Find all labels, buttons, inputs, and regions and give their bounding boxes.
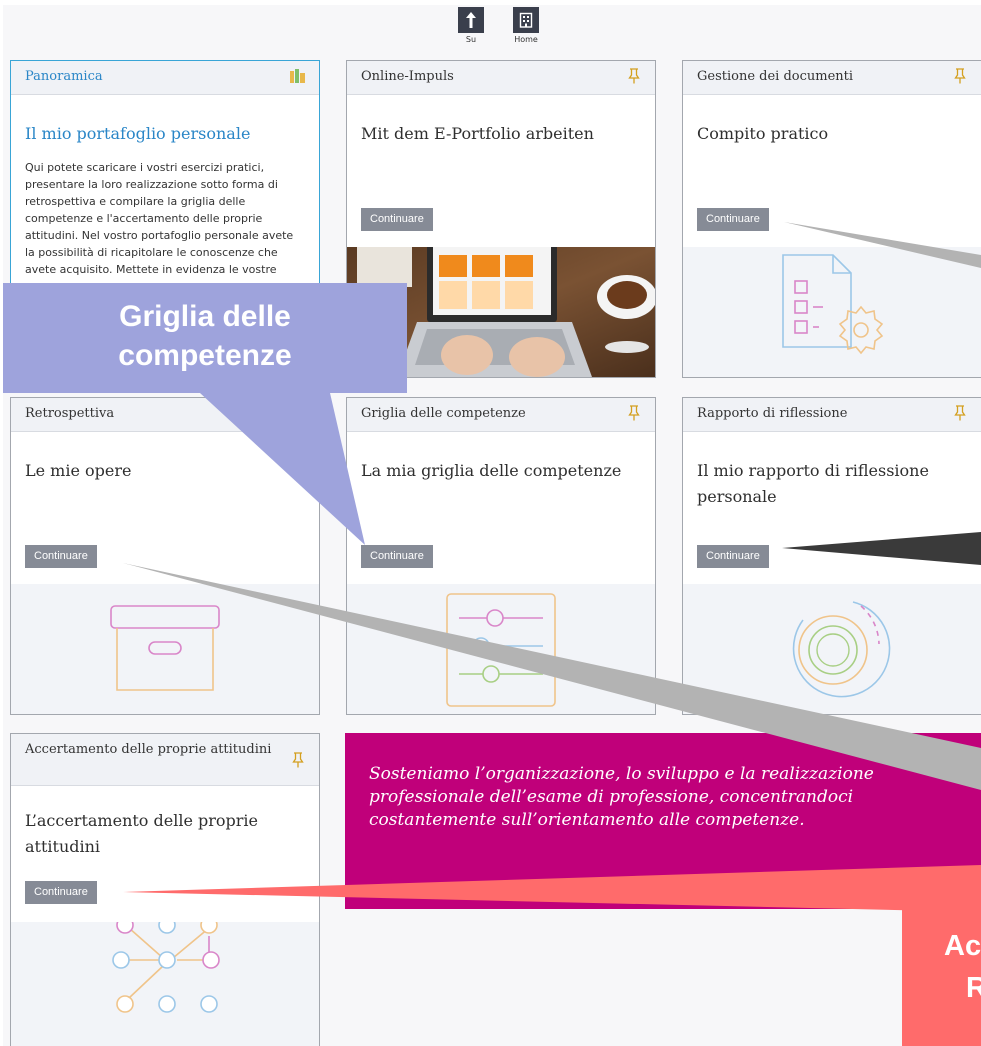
- pin-icon[interactable]: [627, 405, 641, 421]
- card-title: La mia griglia delle competenze: [361, 461, 622, 480]
- card-header: Rapporto di riflessione: [683, 398, 981, 432]
- document-gear-illustration: [683, 247, 981, 377]
- continue-button[interactable]: Continuare: [25, 545, 97, 568]
- continue-button[interactable]: Continuare: [361, 545, 433, 568]
- card-header: Panoramica: [11, 61, 319, 95]
- callout-red-label: Ac R: [944, 925, 981, 1009]
- card-retrospettiva[interactable]: Retrospettiva Le mie opere Continuare: [10, 397, 320, 715]
- card-title: Le mie opere: [25, 461, 132, 480]
- continue-button[interactable]: Continuare: [697, 208, 769, 231]
- quote-text: Sosteniamo l’organizzazione, lo sviluppo…: [369, 764, 874, 830]
- home-button[interactable]: Home: [509, 7, 543, 44]
- pin-icon[interactable]: [627, 68, 641, 84]
- card-category: Accertamento delle proprie attitudini: [25, 742, 272, 757]
- arrow-up-icon: [458, 7, 484, 33]
- card-accertamento-attitudini[interactable]: Accertamento delle proprie attitudini L’…: [10, 733, 320, 1046]
- up-button[interactable]: Su: [454, 7, 488, 44]
- card-header: Retrospettiva: [11, 398, 319, 432]
- card-header: Griglia delle competenze: [347, 398, 655, 432]
- home-label: Home: [514, 35, 538, 44]
- card-title: Il mio portafoglio personale: [25, 124, 251, 143]
- pin-icon[interactable]: [291, 752, 305, 768]
- archive-box-illustration: [11, 584, 319, 714]
- callout-griglia-line2: competenze: [118, 339, 292, 372]
- card-title: L’accertamento delle proprie attitudini: [25, 811, 259, 856]
- card-category: Rapporto di riflessione: [697, 406, 848, 421]
- network-illustration: [11, 916, 319, 1046]
- card-title: Il mio rapporto di riflessione personale: [697, 461, 929, 506]
- continue-button[interactable]: Continuare: [25, 881, 97, 904]
- callout-griglia-label: Griglia delle competenze: [3, 297, 407, 375]
- sliders-illustration: [347, 584, 655, 714]
- up-label: Su: [465, 35, 477, 44]
- card-gestione-documenti[interactable]: Gestione dei documenti Compito pratico C…: [682, 60, 981, 378]
- callout-red-line1: Ac: [944, 930, 981, 962]
- concentric-circles-illustration: [683, 584, 981, 714]
- card-header: Gestione dei documenti: [683, 61, 981, 95]
- continue-button[interactable]: Continuare: [697, 545, 769, 568]
- card-category: Panoramica: [25, 69, 103, 84]
- card-rapporto-riflessione[interactable]: Rapporto di riflessione Il mio rapporto …: [682, 397, 981, 715]
- pin-icon[interactable]: [953, 68, 967, 84]
- card-title: Mit dem E-Portfolio arbeiten: [361, 124, 594, 143]
- card-griglia-competenze[interactable]: Griglia delle competenze La mia griglia …: [346, 397, 656, 715]
- card-category: Online-Impuls: [361, 69, 454, 84]
- card-category: Gestione dei documenti: [697, 69, 854, 84]
- quote-banner: Sosteniamo l’organizzazione, lo sviluppo…: [345, 733, 981, 909]
- callout-red-line2: R: [966, 972, 981, 1005]
- pin-icon[interactable]: [953, 405, 967, 421]
- page: Su Home Panoramica Il mio portafoglio pe…: [0, 0, 981, 1046]
- card-description: Qui potete scaricare i vostri esercizi p…: [25, 160, 294, 276]
- card-header: Online-Impuls: [347, 61, 655, 95]
- card-title: Compito pratico: [697, 124, 829, 143]
- callout-griglia-line1: Griglia delle: [119, 300, 291, 333]
- card-category: Griglia delle competenze: [361, 406, 526, 421]
- books-icon: [290, 69, 305, 83]
- card-header: Accertamento delle proprie attitudini: [11, 734, 319, 786]
- continue-button[interactable]: Continuare: [361, 208, 433, 231]
- card-category: Retrospettiva: [25, 406, 115, 421]
- building-icon: [513, 7, 539, 33]
